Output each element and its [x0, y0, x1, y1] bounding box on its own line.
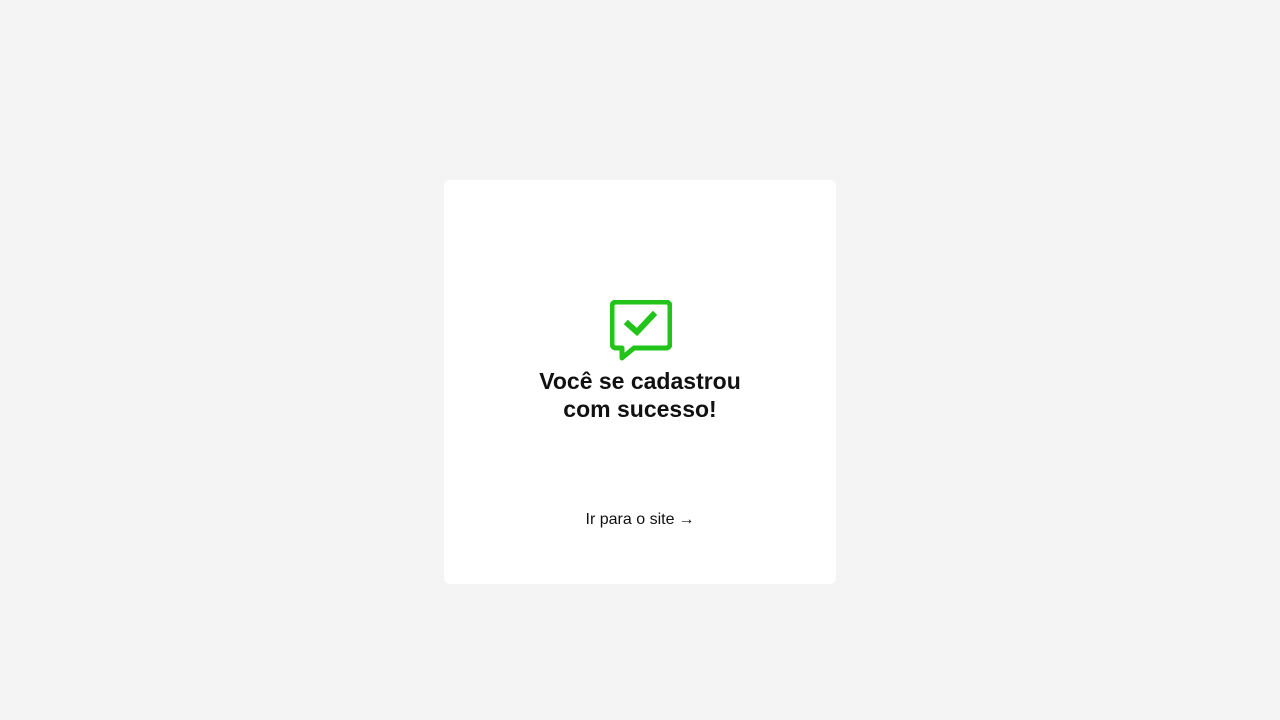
- go-to-site-link[interactable]: Ir para o site →: [444, 510, 836, 530]
- success-card: Você se cadastrou com sucesso! Ir para o…: [444, 180, 836, 584]
- chat-check-icon: [610, 300, 672, 362]
- success-title-line2: com sucesso!: [563, 396, 717, 422]
- arrow-right-icon: →: [678, 511, 695, 528]
- success-title: Você se cadastrou com sucesso!: [444, 367, 836, 423]
- page: Você se cadastrou com sucesso! Ir para o…: [0, 0, 1280, 720]
- success-title-line1: Você se cadastrou: [539, 368, 741, 394]
- go-to-site-label: Ir para o site: [585, 511, 675, 528]
